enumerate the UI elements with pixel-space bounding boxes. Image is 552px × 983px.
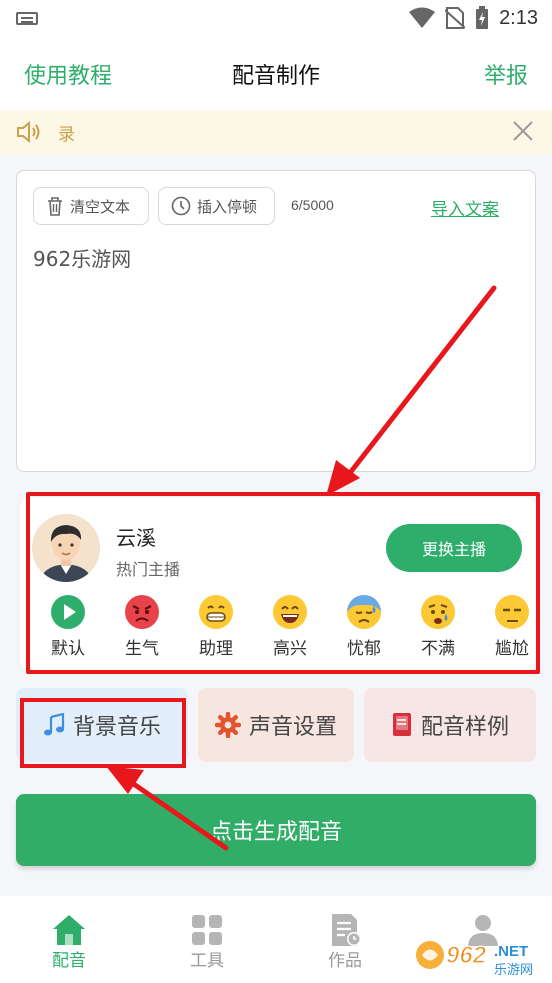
no-sim-icon (445, 7, 466, 29)
insert-pause-button[interactable]: 插入停顿 (158, 187, 275, 225)
clear-text-label: 清空文本 (70, 197, 131, 216)
grid-icon (192, 915, 222, 945)
voice-settings-label: 声音设置 (248, 715, 337, 740)
watermark-logo: 962 .NET 乐游网 (416, 941, 533, 977)
clock-time: 2:13 (499, 6, 538, 29)
speaker-icon (17, 120, 40, 144)
top-header: 使用教程 配音制作 举报 (0, 36, 552, 110)
import-script-link[interactable]: 导入文案 (431, 195, 499, 220)
wifi-icon (409, 7, 436, 28)
dubbing-samples-label: 配音样例 (420, 715, 509, 740)
generate-dubbing-button[interactable]: 点击生成配音 (16, 794, 536, 866)
host-highlight-box (26, 492, 540, 674)
tab-label: 工具 (190, 951, 224, 971)
trash-icon (48, 197, 62, 216)
tab-label: 配音 (52, 951, 86, 971)
document-icon (332, 914, 361, 946)
notice-text: 录 (58, 125, 75, 145)
tab-tools[interactable]: 工具 (138, 896, 276, 983)
watermark-domain: .NET (494, 943, 528, 960)
watermark-site: 乐游网 (494, 962, 533, 977)
insert-pause-label: 插入停顿 (197, 197, 258, 216)
tab-dubbing[interactable]: 配音 (0, 896, 138, 983)
text-editor[interactable]: 清空文本 插入停顿 6/5000 导入文案 962乐游网 (16, 170, 536, 472)
book-icon (392, 713, 411, 736)
bgm-highlight-box (20, 698, 186, 768)
battery-charging-icon (476, 6, 489, 29)
dubbing-samples-button[interactable]: 配音样例 (364, 688, 536, 762)
clock-icon (171, 196, 191, 216)
close-icon[interactable] (512, 120, 534, 142)
status-bar: 2:13 (0, 0, 552, 36)
watermark-number: 962 (446, 942, 487, 969)
home-icon (53, 915, 85, 945)
page-title: 配音制作 (231, 64, 320, 89)
char-count: 6/5000 (291, 197, 334, 213)
tab-works[interactable]: 作品 (276, 896, 414, 983)
notice-banner: 录 (0, 110, 552, 154)
generate-dubbing-label: 点击生成配音 (209, 820, 342, 845)
tab-label: 作品 (328, 951, 362, 971)
gear-icon (214, 712, 241, 738)
voice-settings-button[interactable]: 声音设置 (198, 688, 354, 762)
keyboard-icon (16, 12, 38, 25)
clear-text-button[interactable]: 清空文本 (33, 187, 149, 225)
report-link[interactable]: 举报 (484, 58, 528, 90)
editor-content[interactable]: 962乐游网 (33, 243, 131, 272)
